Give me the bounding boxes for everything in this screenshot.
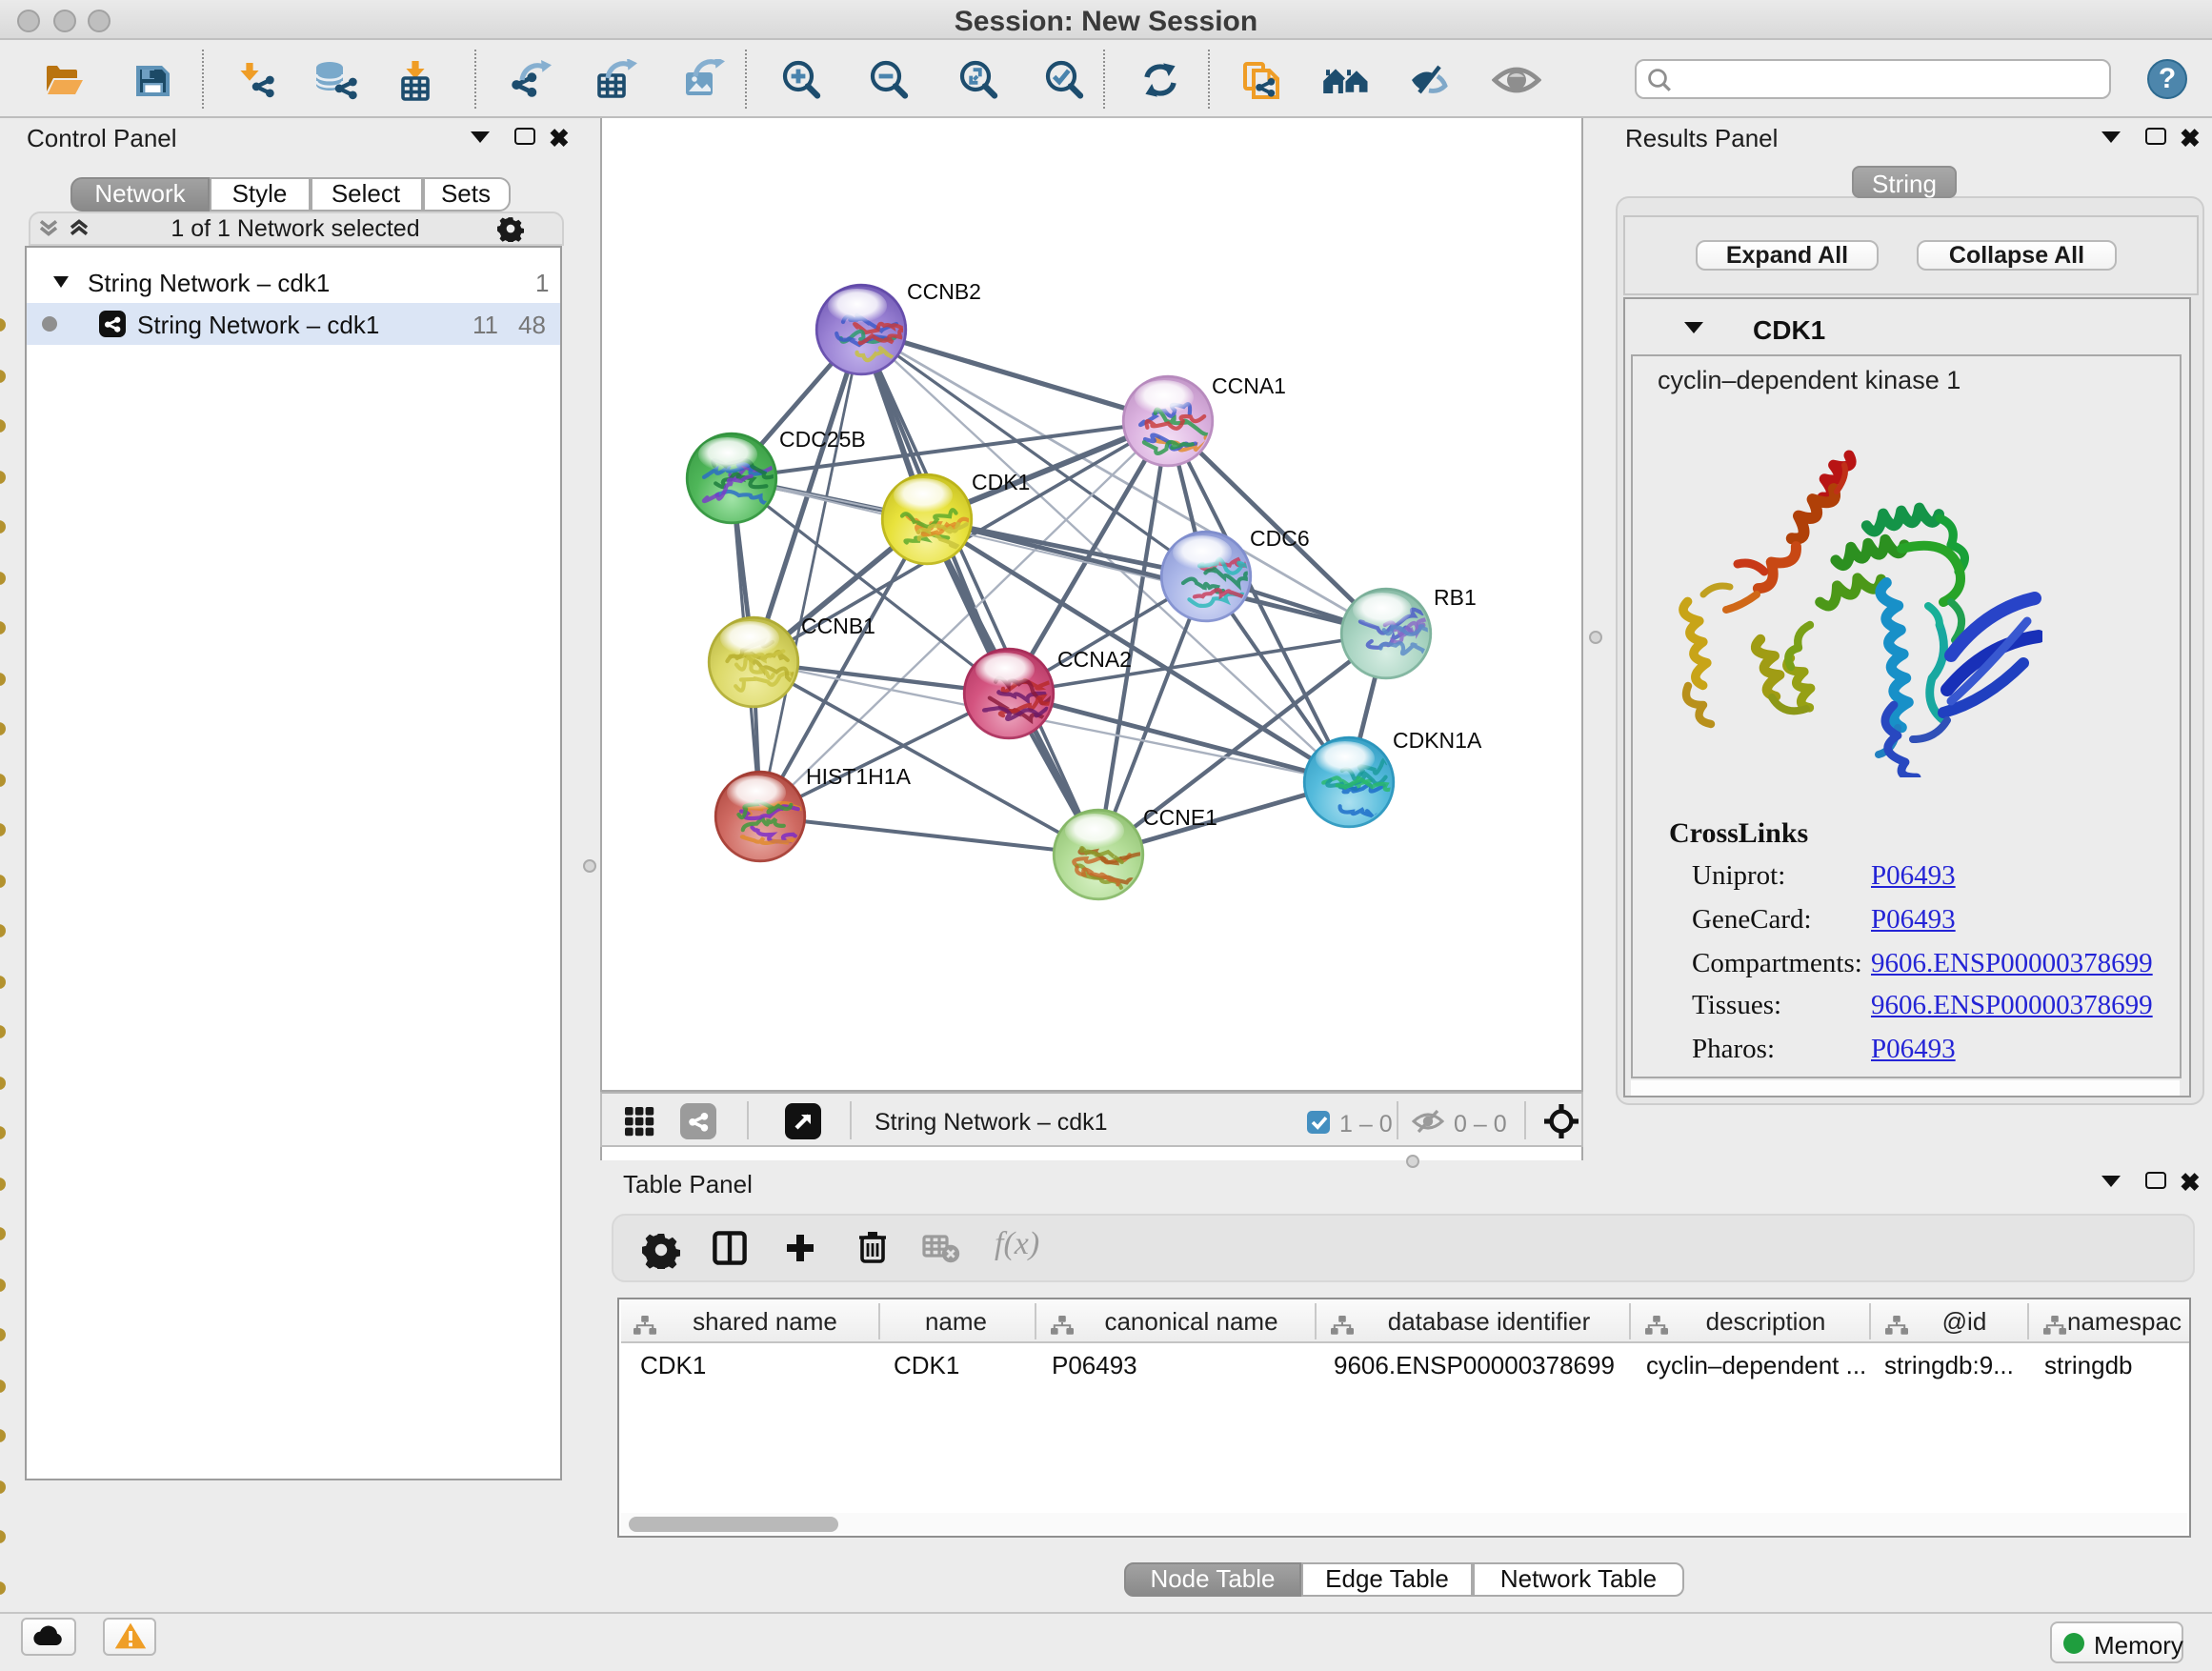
svg-text:CDC25B: CDC25B	[779, 427, 866, 452]
svg-text:CDKN1A: CDKN1A	[1393, 728, 1482, 753]
svg-text:CCNA2: CCNA2	[1057, 647, 1132, 672]
svg-text:CCNB2: CCNB2	[907, 279, 981, 304]
svg-text:CDC6: CDC6	[1250, 526, 1310, 551]
svg-text:HIST1H1A: HIST1H1A	[806, 764, 912, 789]
svg-text:RB1: RB1	[1434, 585, 1477, 610]
svg-text:CCNA1: CCNA1	[1212, 373, 1286, 398]
svg-text:CDK1: CDK1	[972, 470, 1030, 494]
svg-text:CCNB1: CCNB1	[801, 614, 875, 638]
svg-text:CCNE1: CCNE1	[1143, 805, 1217, 830]
